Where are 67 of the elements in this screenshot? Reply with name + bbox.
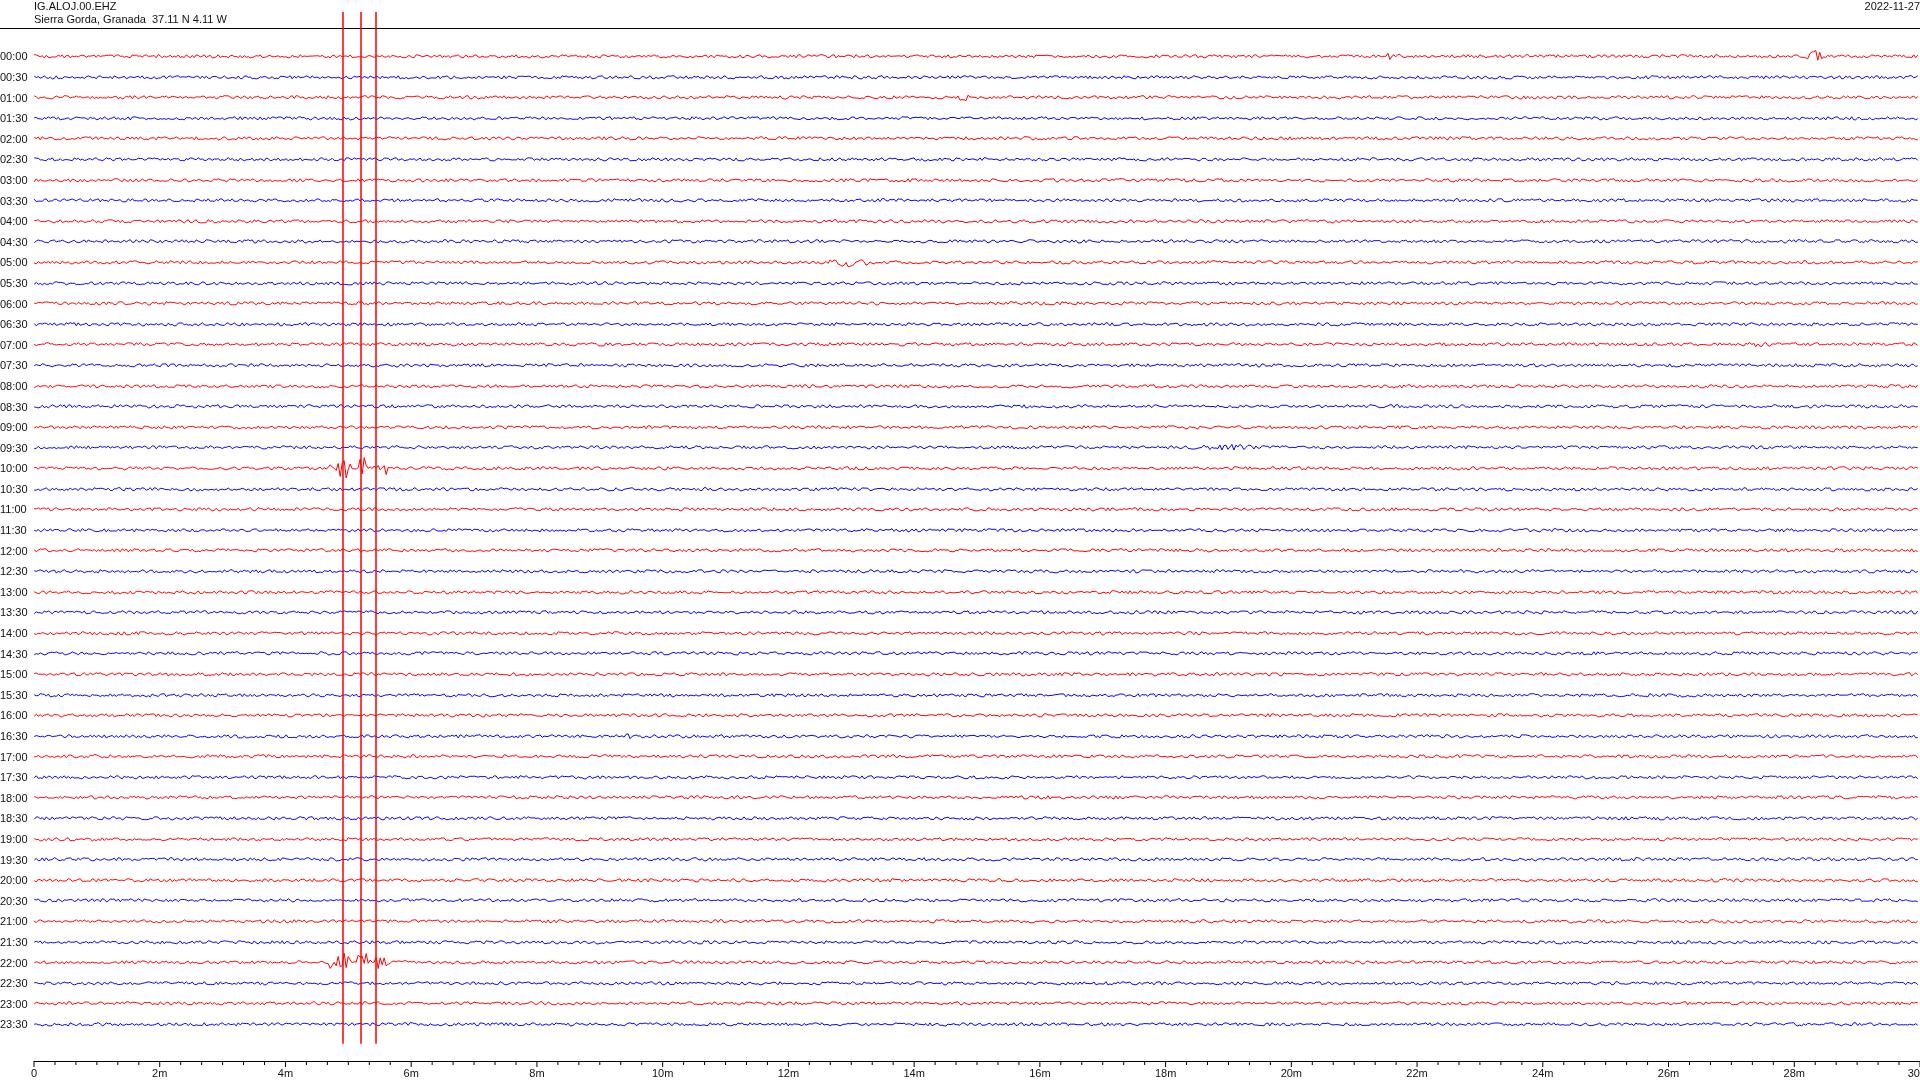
time-label: 13:30 [0,606,29,619]
station-location: Sierra Gorda, Granada 37.11 N 4.11 W [34,13,227,26]
time-label: 16:30 [0,730,29,742]
time-label: 13:00 [0,585,29,598]
time-label: 03:00 [0,173,29,186]
time-label: 21:00 [0,915,29,928]
time-label: 09:30 [0,441,29,454]
tick-label: 8m [529,1066,545,1079]
time-label: 03:30 [0,194,29,207]
time-label: 04:00 [0,215,29,228]
time-label: 19:00 [0,832,29,845]
time-label: 08:00 [0,379,29,392]
time-label: 12:30 [0,565,29,578]
tick-label: 6m [403,1066,419,1079]
time-label: 20:30 [0,894,29,907]
tick-label: 18m [1154,1066,1177,1079]
time-label: 06:00 [0,297,29,310]
time-label: 00:30 [0,71,29,83]
time-label: 16:00 [0,709,29,722]
plot-date: 2022-11-27 [1864,0,1920,14]
time-label: 19:30 [0,853,29,866]
time-label: 15:30 [0,688,29,701]
time-label: 07:00 [0,338,29,351]
tick-label: 12m [777,1066,800,1079]
time-label: 15:00 [0,668,29,681]
time-label: 08:30 [0,400,29,413]
time-label: 21:30 [0,935,29,948]
time-label: 11:30 [0,524,28,537]
time-label: 00:00 [0,50,29,63]
time-label: 02:00 [0,132,29,145]
tick-label: 30 [1907,1066,1920,1079]
time-label: 11:00 [0,503,28,516]
tick-label: 14m [903,1066,925,1079]
time-label: 22:00 [0,956,29,969]
time-label: 05:00 [0,256,29,269]
time-label: 04:30 [0,235,29,248]
time-label: 14:00 [0,627,29,640]
time-label: 23:30 [0,1018,29,1031]
station-code: IG.ALOJ.00.EHZ [34,0,118,13]
tick-label: 0 [30,1066,38,1079]
tick-label: 28m [1783,1066,1805,1079]
time-label: 05:30 [0,276,29,289]
time-label: 02:30 [0,153,29,166]
time-label: 07:30 [0,359,29,372]
time-label: 12:00 [0,544,29,557]
tick-label: 16m [1029,1066,1051,1079]
time-label: 09:00 [0,421,29,434]
time-label: 17:00 [0,750,29,763]
time-label: 10:30 [0,482,29,495]
time-label: 18:00 [0,791,29,804]
time-label: 22:30 [0,977,29,990]
time-label: 18:30 [0,812,29,825]
tick-label: 20m [1280,1066,1303,1079]
tick-label: 10m [651,1066,674,1079]
time-label: 10:00 [0,462,29,475]
time-label: 14:30 [0,647,29,660]
time-label: 01:00 [0,91,29,104]
tick-label: 26m [1657,1066,1680,1079]
tick-label: 24m [1532,1066,1554,1079]
tick-label: 4m [277,1066,294,1079]
time-label: 20:00 [0,874,29,887]
tick-label: 22m [1406,1066,1428,1079]
tick-label: 2m [152,1066,168,1079]
time-label: 06:30 [0,318,29,331]
time-label: 01:30 [0,112,29,125]
time-label: 23:00 [0,997,29,1010]
time-label: 17:30 [0,771,29,784]
